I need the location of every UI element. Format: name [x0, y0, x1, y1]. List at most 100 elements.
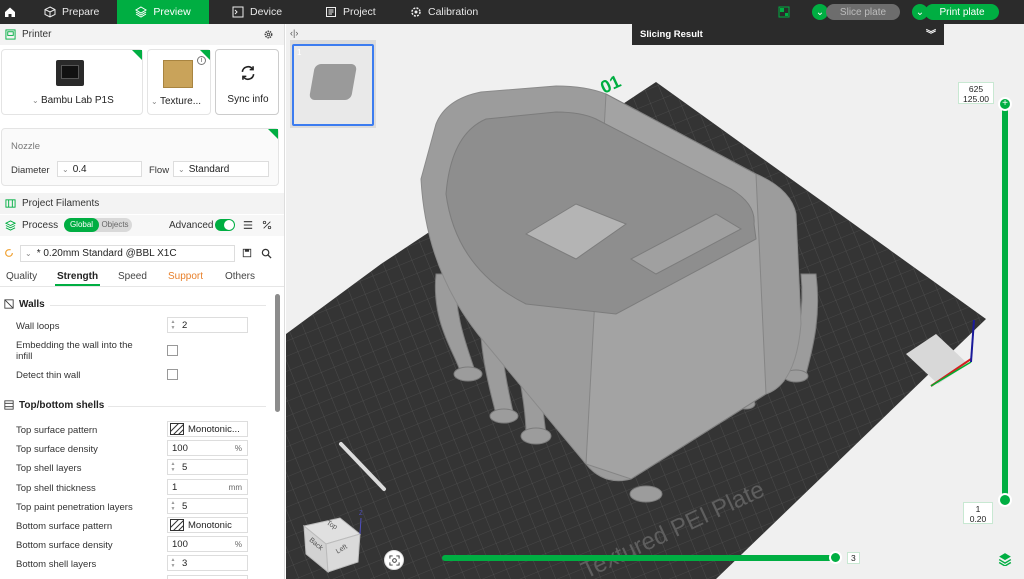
- stepper-arrows[interactable]: ▲ ▼: [168, 499, 178, 513]
- tabs-divider: [0, 286, 284, 287]
- shell-setting-input[interactable]: 0mm: [167, 575, 248, 579]
- tab-strength[interactable]: Strength: [57, 271, 98, 282]
- shell-setting-input[interactable]: ▲ ▼ 3: [167, 555, 248, 571]
- tab-support[interactable]: Support: [168, 271, 203, 282]
- panel-scrollbar[interactable]: [275, 294, 280, 412]
- calibration-icon: [411, 7, 421, 17]
- view-cube[interactable]: Top Back Left Z: [300, 511, 364, 574]
- reset-icon[interactable]: [4, 248, 14, 258]
- layer-slider-track[interactable]: [1002, 104, 1008, 502]
- home-button[interactable]: [0, 0, 20, 24]
- shell-setting-input[interactable]: 1 mm: [167, 479, 248, 495]
- shell-setting-label: Top shell thickness: [16, 483, 96, 494]
- stepper-arrows[interactable]: ▲ ▼: [168, 460, 178, 474]
- advanced-switch[interactable]: [215, 219, 235, 231]
- toggle-global[interactable]: Global: [64, 218, 99, 232]
- walls-divider: [50, 305, 266, 306]
- sync-icon: [241, 66, 255, 80]
- print-plate-button[interactable]: Print plate: [925, 4, 999, 20]
- search-icon[interactable]: [261, 248, 272, 259]
- percent-icon[interactable]: [262, 220, 272, 230]
- settings-sidebar: Printer ⌄ Bambu Lab P1S i ⌄ Texture... S…: [0, 24, 285, 579]
- sync-info-button[interactable]: Sync info: [215, 49, 279, 115]
- slicing-result-label: Slicing Result: [640, 29, 703, 40]
- tab-preview[interactable]: Preview: [117, 0, 209, 24]
- shell-setting-input[interactable]: 100%: [167, 536, 248, 552]
- nozzle-title: Nozzle: [11, 141, 41, 152]
- embed-wall-checkbox[interactable]: [167, 345, 178, 356]
- tab-prepare[interactable]: Prepare: [44, 0, 99, 24]
- save-icon[interactable]: [242, 248, 252, 258]
- tab-others[interactable]: Others: [225, 271, 255, 282]
- global-objects-toggle[interactable]: Global Objects: [64, 218, 132, 232]
- pattern-select[interactable]: Monotonic: [167, 517, 248, 533]
- collapse-panel-button[interactable]: ‹|›: [290, 28, 298, 38]
- shell-setting-input[interactable]: ▲ ▼ 5: [167, 459, 248, 475]
- cube-axis-z: Z: [359, 511, 363, 517]
- device-icon: [232, 6, 244, 18]
- printer-card[interactable]: ⌄ Bambu Lab P1S: [1, 49, 143, 115]
- printer-image: [56, 60, 84, 86]
- printer-name: ⌄ Bambu Lab P1S: [32, 95, 114, 106]
- shell-setting-label: Top surface pattern: [16, 425, 98, 436]
- detect-thin-wall-label: Detect thin wall: [16, 370, 81, 381]
- shell-setting-input[interactable]: ▲ ▼ 5: [167, 498, 248, 514]
- tab-device[interactable]: Device: [232, 0, 282, 24]
- plate-thumbnail[interactable]: 1: [290, 40, 376, 128]
- layers-icon: [135, 6, 148, 18]
- layout-toggle-button[interactable]: [778, 0, 790, 24]
- preview-viewport[interactable]: 01 Textured PEI Plate ‹|› 1 Slicing Resu…: [286, 24, 1024, 579]
- walls-title: Walls: [19, 299, 45, 310]
- scene-canvas: 01 Textured PEI Plate: [286, 71, 986, 579]
- shell-setting-value: 5: [182, 461, 188, 473]
- slice-plate-button[interactable]: Slice plate: [826, 4, 900, 20]
- filaments-title: Project Filaments: [22, 198, 100, 209]
- fit-view-button[interactable]: [384, 550, 404, 570]
- chevron-down-icon[interactable]: ︾: [926, 26, 936, 41]
- filament-icon: [5, 199, 16, 208]
- nozzle-card-corner: [268, 129, 278, 139]
- tab-project[interactable]: Project: [325, 0, 376, 24]
- nozzle-card: Nozzle Diameter ⌄ 0.4 Flow ⌄ Standard: [1, 128, 279, 186]
- flow-label: Flow: [149, 165, 170, 176]
- detect-thin-wall-checkbox[interactable]: [167, 369, 178, 380]
- gear-icon[interactable]: [263, 29, 274, 40]
- move-slider-handle[interactable]: [829, 551, 842, 564]
- tab-calibration-label: Calibration: [428, 6, 479, 18]
- shell-setting-value: Monotonic: [188, 519, 232, 531]
- shell-setting-label: Top surface density: [16, 444, 98, 455]
- layer-slider-bottom-handle[interactable]: [998, 493, 1012, 507]
- plate-card[interactable]: i ⌄ Texture...: [147, 49, 211, 115]
- layers-toggle-icon[interactable]: [998, 552, 1012, 566]
- tab-calibration[interactable]: Calibration: [410, 0, 478, 24]
- stepper-arrows[interactable]: ▲ ▼: [168, 556, 178, 570]
- process-section-header: Process Global Objects Advanced: [0, 215, 284, 236]
- diameter-select[interactable]: ⌄ 0.4: [57, 161, 142, 177]
- layer-top-number: 625: [968, 84, 984, 94]
- pattern-select[interactable]: Monotonic...: [167, 421, 248, 437]
- info-icon[interactable]: i: [197, 56, 206, 65]
- flow-select[interactable]: ⌄ Standard: [173, 161, 269, 177]
- unit-label: mm: [228, 482, 242, 492]
- shell-setting-input[interactable]: 100%: [167, 440, 248, 456]
- tab-speed[interactable]: Speed: [118, 271, 147, 282]
- shells-divider: [108, 406, 266, 407]
- filaments-section-header[interactable]: Project Filaments: [0, 193, 284, 214]
- tab-device-label: Device: [250, 6, 283, 18]
- layer-slider-top-handle[interactable]: +: [998, 97, 1012, 111]
- slicing-result-bar[interactable]: Slicing Result ︾: [632, 24, 944, 45]
- wall-loops-label: Wall loops: [16, 321, 60, 332]
- embed-wall-label-line1: Embedding the wall into the: [16, 340, 133, 351]
- move-slider-track[interactable]: [442, 555, 840, 561]
- diameter-label: Diameter: [11, 165, 50, 176]
- wall-loops-input[interactable]: ▲ ▼ 2: [167, 317, 248, 333]
- tab-quality[interactable]: Quality: [6, 271, 37, 282]
- shell-setting-value: 5: [182, 500, 188, 512]
- list-icon[interactable]: [243, 220, 253, 230]
- toggle-objects[interactable]: Objects: [100, 218, 130, 232]
- project-icon: [326, 7, 336, 17]
- shell-setting-label: Bottom shell layers: [16, 559, 97, 570]
- walls-icon: [4, 299, 14, 309]
- stepper-arrows[interactable]: ▲ ▼: [168, 318, 178, 332]
- preset-select[interactable]: ⌄ * 0.20mm Standard @BBL X1C: [20, 245, 235, 262]
